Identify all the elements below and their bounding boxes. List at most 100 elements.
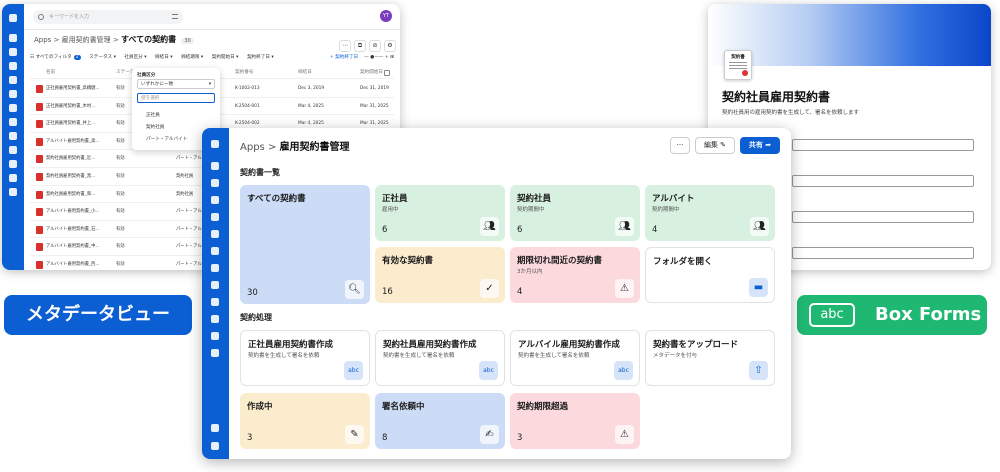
tools-icon[interactable] bbox=[211, 264, 219, 272]
contract-list-card[interactable]: フォルダを開く ▬ bbox=[645, 247, 775, 303]
avatar[interactable]: YT bbox=[380, 10, 392, 22]
grid-icon[interactable] bbox=[211, 298, 219, 306]
warning-icon: ⚠ bbox=[615, 425, 634, 444]
share-button[interactable]: 共有 ➦ bbox=[740, 137, 780, 154]
process-card[interactable]: 作成中 3 ✎ bbox=[240, 393, 370, 449]
card-subtitle: 契約期間中 bbox=[652, 207, 680, 213]
users-icon: 👥︎ bbox=[750, 217, 769, 236]
side-rail bbox=[2, 4, 24, 270]
notes-icon[interactable] bbox=[9, 76, 17, 84]
folder-icon[interactable] bbox=[9, 34, 17, 42]
card-subtitle: 契約書を生成して署名を依頼 bbox=[383, 353, 455, 359]
form-icon: abc bbox=[344, 361, 363, 380]
option-part-time[interactable]: パート・アルバイト bbox=[146, 136, 187, 142]
card-title: 有効な契約書 bbox=[382, 256, 434, 266]
copy-icon[interactable] bbox=[211, 196, 219, 204]
filter-employee-type[interactable]: 社員区分 ▾ bbox=[124, 54, 146, 60]
filter-status[interactable]: ステータス ▾ bbox=[89, 54, 116, 60]
process-card[interactable]: 署名依頼中 8 ✍ bbox=[375, 393, 505, 449]
filter-start-date[interactable]: 契約開始日 ▾ bbox=[212, 54, 239, 60]
pen-icon: ✎ bbox=[345, 425, 364, 444]
form-field[interactable] bbox=[792, 247, 974, 259]
card-count: 4 bbox=[652, 225, 658, 235]
form-icon: abc bbox=[614, 361, 633, 380]
clock-icon[interactable] bbox=[211, 179, 219, 187]
stats-icon[interactable] bbox=[211, 442, 219, 450]
card-count: 16 bbox=[382, 287, 393, 297]
pdf-icon bbox=[36, 137, 43, 146]
book-icon[interactable] bbox=[9, 188, 17, 196]
form-field[interactable] bbox=[792, 211, 974, 223]
apps-icon[interactable] bbox=[9, 132, 17, 140]
add-field-button[interactable]: + 契約終了日 bbox=[330, 55, 358, 60]
employee-type-cell: 契約社員 bbox=[176, 191, 194, 197]
card-title: フォルダを開く bbox=[653, 257, 713, 267]
contract-no-cell: K-2504-001 bbox=[235, 103, 260, 109]
check-icon[interactable] bbox=[9, 160, 17, 168]
book-icon[interactable] bbox=[211, 349, 219, 357]
trash-icon[interactable] bbox=[9, 174, 17, 182]
option-regular[interactable]: 正社員 bbox=[146, 112, 160, 118]
menu-icon[interactable] bbox=[9, 14, 17, 22]
download-icon[interactable] bbox=[211, 424, 219, 432]
apps-icon[interactable] bbox=[211, 281, 219, 289]
copy-icon[interactable] bbox=[9, 62, 17, 70]
pdf-icon bbox=[36, 225, 43, 234]
filter-end-date[interactable]: 契約終了日 ▾ bbox=[247, 54, 274, 60]
process-card[interactable]: 契約書をアップロード メタデータを付与 ⇧ bbox=[645, 330, 775, 386]
clock-icon[interactable] bbox=[9, 48, 17, 56]
process-card[interactable]: 正社員雇用契約書作成 契約書を生成して署名を依頼 abc bbox=[240, 330, 370, 386]
filter-icon[interactable] bbox=[172, 14, 178, 19]
card-count: 8 bbox=[382, 433, 388, 443]
users-icon: 👥︎ bbox=[480, 217, 499, 236]
form-logo: 契約書 bbox=[724, 50, 752, 80]
contract-list-card[interactable]: アルバイト 契約期間中 4 👥︎ bbox=[645, 185, 775, 241]
file-name: 正社員雇用契約書_木村... bbox=[46, 103, 96, 109]
value-input[interactable]: 値を選択 bbox=[137, 93, 215, 103]
contract-list-card[interactable]: 有効な契約書 16 ✓ bbox=[375, 247, 505, 303]
search-icon bbox=[38, 14, 44, 20]
filter-signed-date[interactable]: 締結日 ▾ bbox=[155, 54, 173, 60]
grid-icon[interactable] bbox=[9, 146, 17, 154]
contract-list-card[interactable]: 期限切れ間近の契約書 3か月以内 4 ⚠ bbox=[510, 247, 640, 303]
card-subtitle: 契約書を生成して署名を依頼 bbox=[248, 353, 320, 359]
process-card[interactable]: 契約期限超過 3 ⚠ bbox=[510, 393, 640, 449]
process-card[interactable]: 契約社員雇用契約書作成 契約書を生成して署名を依頼 abc bbox=[375, 330, 505, 386]
settings-button[interactable]: ⚙ bbox=[384, 40, 396, 52]
match-select[interactable]: いずれかに一致 bbox=[137, 79, 215, 89]
filter-deadline[interactable]: 締結期限 ▾ bbox=[181, 54, 203, 60]
file-name: 契約社員雇用契約書_近... bbox=[46, 156, 96, 162]
start-date-cell: Dec 31, 2019 bbox=[360, 86, 389, 91]
notes-icon[interactable] bbox=[211, 213, 219, 221]
seal-icon bbox=[742, 70, 748, 76]
more-button[interactable]: ⋯ bbox=[339, 40, 351, 52]
form-field[interactable] bbox=[792, 139, 974, 151]
copy-button[interactable]: ⧉ bbox=[354, 40, 366, 52]
card-count: 30 bbox=[247, 288, 258, 298]
zoom-slider[interactable]: — ●—— + ⊞ bbox=[364, 55, 394, 60]
share-icon[interactable] bbox=[211, 230, 219, 238]
all-filters-button[interactable]: ☷ すべてのフィルタ 2 bbox=[30, 54, 81, 60]
menu-icon[interactable] bbox=[211, 140, 219, 148]
edit-button[interactable]: 編集 ✎ bbox=[695, 137, 735, 154]
select-all-checkbox[interactable] bbox=[384, 70, 390, 76]
card-subtitle: メタデータを付与 bbox=[653, 353, 698, 359]
contract-list-card[interactable]: 正社員 雇用中 6 👥︎ bbox=[375, 185, 505, 241]
share-icon[interactable] bbox=[9, 90, 17, 98]
users-icon[interactable] bbox=[9, 104, 17, 112]
form-field[interactable] bbox=[792, 175, 974, 187]
filter-bar: ☷ すべてのフィルタ 2 ステータス ▾ 社員区分 ▾ 締結日 ▾ 締結期限 ▾ … bbox=[30, 54, 394, 66]
trash-icon[interactable] bbox=[211, 332, 219, 340]
tools-icon[interactable] bbox=[9, 118, 17, 126]
contract-list-card[interactable]: 契約社員 契約期間中 6 👥︎ bbox=[510, 185, 640, 241]
employee-type-cell: パート・アル bbox=[176, 226, 202, 232]
link-button[interactable]: ⊘ bbox=[369, 40, 381, 52]
contract-list-card[interactable]: すべての契約書 30 🔍︎ bbox=[240, 185, 370, 304]
search-input[interactable]: キーワードを入力 bbox=[33, 10, 183, 24]
option-contract[interactable]: 契約社員 bbox=[146, 124, 164, 130]
more-button[interactable]: ··· bbox=[670, 137, 690, 154]
process-card[interactable]: アルバイル雇用契約書作成 契約書を生成して署名を依頼 abc bbox=[510, 330, 640, 386]
users-icon[interactable] bbox=[211, 247, 219, 255]
folder-icon[interactable] bbox=[211, 162, 219, 170]
check-icon[interactable] bbox=[211, 315, 219, 323]
